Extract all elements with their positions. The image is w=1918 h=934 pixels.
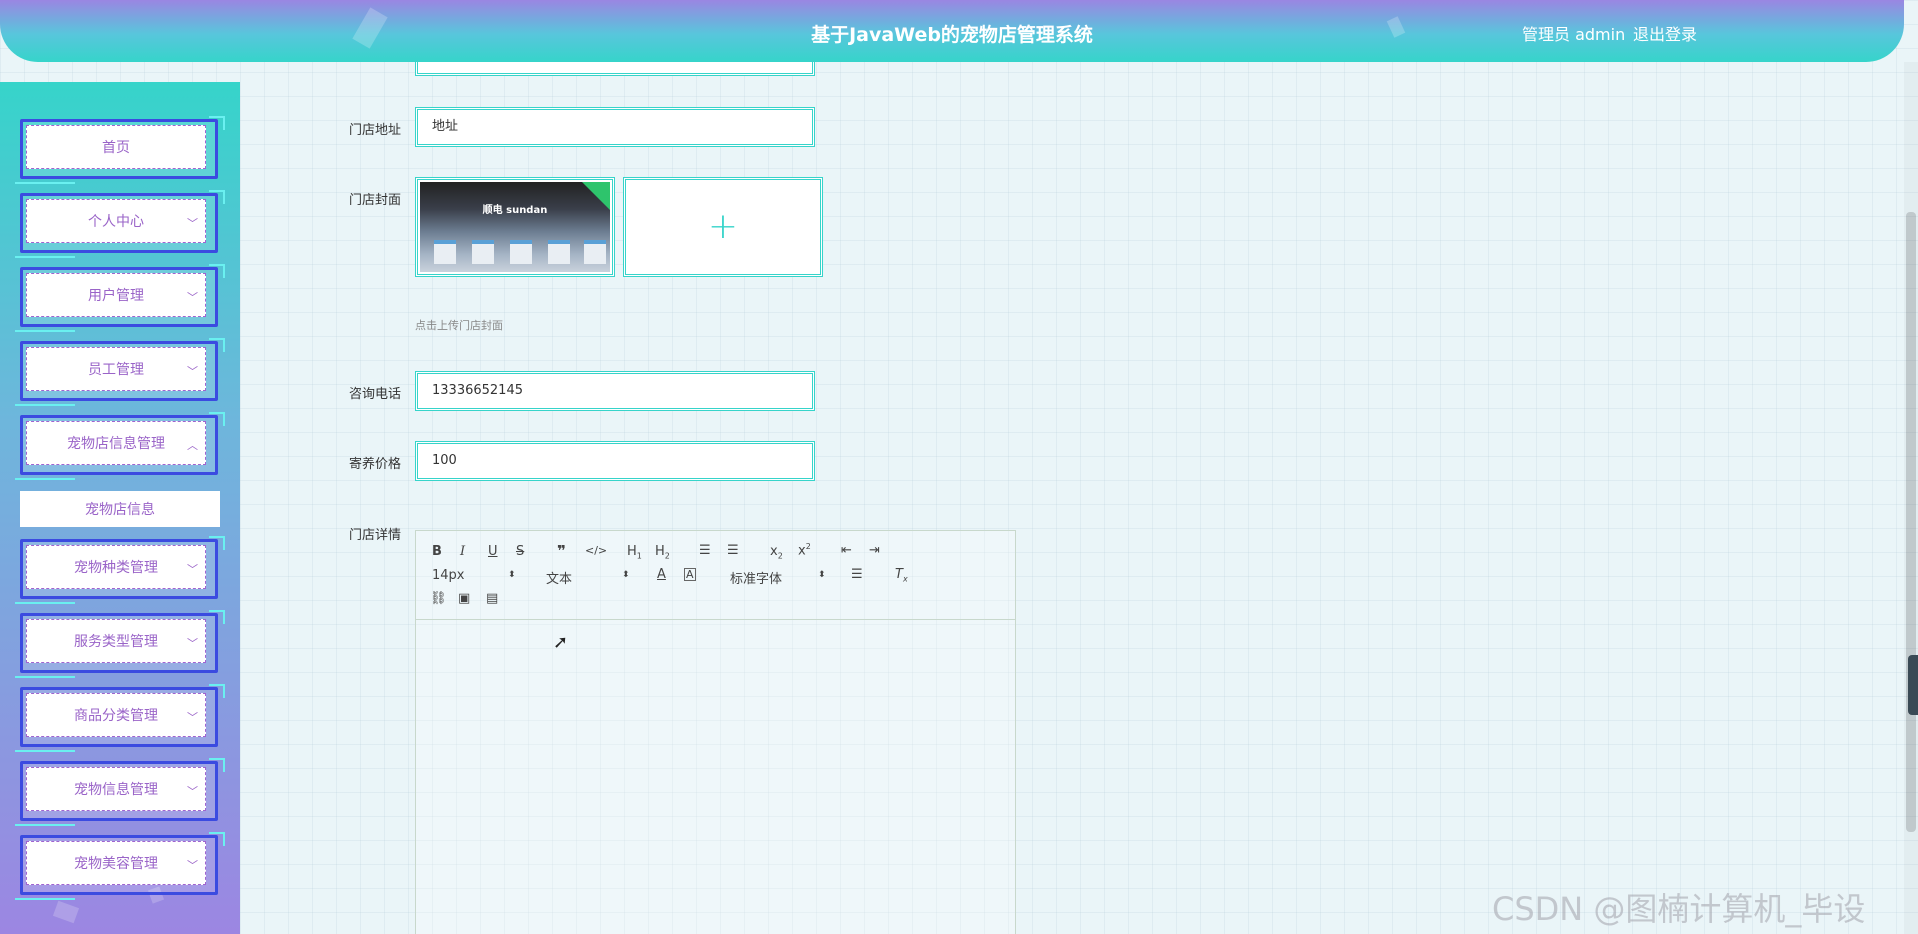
- store-photo: 顺电 sundan: [420, 182, 610, 272]
- sidebar-item-store-info[interactable]: 宠物店信息管理 ︿: [15, 412, 225, 480]
- sidebar-item-label: 员工管理: [26, 347, 206, 391]
- plus-icon: +: [707, 206, 739, 247]
- chevron-down-icon: ﹀: [187, 637, 198, 650]
- select-arrows-icon: ⬍: [508, 570, 516, 580]
- sidebar-item-label: 服务类型管理: [26, 619, 206, 663]
- select-arrows-icon: ⬍: [818, 570, 826, 580]
- sidebar-item-label: 首页: [26, 125, 206, 169]
- detail-label: 门店详情: [349, 528, 402, 543]
- sidebar-item-label: 商品分类管理: [26, 693, 206, 737]
- bullet-list-icon[interactable]: ☰: [727, 544, 739, 557]
- chevron-down-icon: ﹀: [187, 563, 198, 576]
- cover-upload-hint: 点击上传门店封面: [415, 319, 503, 332]
- chevron-up-icon: ︿: [187, 439, 198, 452]
- h2-icon[interactable]: H2: [655, 545, 670, 561]
- photo-detail: [434, 240, 456, 264]
- phone-label: 咨询电话: [349, 387, 402, 402]
- cover-label: 门店封面: [349, 193, 402, 208]
- photo-corner-badge: [582, 182, 610, 210]
- superscript-icon[interactable]: x2: [798, 543, 811, 558]
- chevron-down-icon: ﹀: [187, 859, 198, 872]
- top-header: 基于JavaWeb的宠物店管理系统 管理员 admin 退出登录: [0, 0, 1904, 62]
- chevron-down-icon: ﹀: [187, 291, 198, 304]
- sidebar-item-product-category[interactable]: 商品分类管理 ﹀: [15, 684, 225, 752]
- font-color-icon[interactable]: A: [657, 568, 666, 581]
- submenu-item-store-info[interactable]: 宠物店信息: [20, 491, 220, 527]
- font-family-select[interactable]: 标准字体 ⬍: [730, 568, 826, 587]
- sidebar-item-pet-grooming[interactable]: 宠物美容管理 ﹀: [15, 832, 225, 900]
- sidebar-decoration: [52, 900, 80, 924]
- chevron-down-icon: ﹀: [187, 217, 198, 230]
- phone-input[interactable]: 13336652145: [415, 371, 815, 411]
- bold-icon[interactable]: B: [432, 545, 442, 558]
- outdent-icon[interactable]: ⇤: [841, 544, 852, 557]
- cover-upload-button[interactable]: +: [623, 177, 823, 277]
- indent-icon[interactable]: ⇥: [869, 544, 880, 557]
- link-icon[interactable]: ⛓: [430, 592, 447, 605]
- sidebar-item-label: 用户管理: [26, 273, 206, 317]
- sidebar-item-label: 宠物店信息管理: [26, 421, 206, 465]
- photo-detail: [584, 240, 606, 264]
- strikethrough-icon[interactable]: S: [516, 545, 524, 558]
- sidebar-item-staff[interactable]: 员工管理 ﹀: [15, 338, 225, 406]
- video-icon[interactable]: ▤: [486, 592, 498, 605]
- sidebar-item-profile[interactable]: 个人中心 ﹀: [15, 190, 225, 258]
- underline-icon[interactable]: U: [488, 545, 498, 558]
- quote-icon[interactable]: ❞: [557, 544, 566, 559]
- price-label: 寄养价格: [349, 457, 402, 472]
- select-arrows-icon: ⬍: [622, 570, 630, 580]
- subscript-icon[interactable]: x2: [770, 545, 783, 561]
- sidebar-item-pet-species[interactable]: 宠物种类管理 ﹀: [15, 536, 225, 604]
- sidebar-item-service-types[interactable]: 服务类型管理 ﹀: [15, 610, 225, 678]
- sidebar-item-label: 宠物美容管理: [26, 841, 206, 885]
- price-input[interactable]: 100: [415, 441, 815, 481]
- ordered-list-icon[interactable]: ☰: [699, 544, 711, 557]
- photo-detail: [510, 240, 532, 264]
- sidebar: 首页 个人中心 ﹀ 用户管理 ﹀ 员工管理 ﹀ 宠物店信息管理 ︿ 宠物店信息 …: [0, 82, 240, 934]
- chevron-down-icon: ﹀: [187, 785, 198, 798]
- cover-image-thumbnail[interactable]: 顺电 sundan: [415, 177, 615, 277]
- sidebar-item-users[interactable]: 用户管理 ﹀: [15, 264, 225, 332]
- side-panel-handle[interactable]: [1908, 655, 1918, 715]
- image-icon[interactable]: ▣: [458, 592, 470, 605]
- sidebar-item-home[interactable]: 首页: [15, 116, 225, 184]
- text-style-select[interactable]: 文本 ⬍: [546, 568, 630, 587]
- mouse-cursor-icon: ➚: [553, 632, 569, 653]
- code-icon[interactable]: </>: [585, 545, 607, 556]
- current-user: 管理员 admin: [1522, 25, 1626, 44]
- photo-detail: [472, 240, 494, 264]
- sidebar-item-pet-info[interactable]: 宠物信息管理 ﹀: [15, 758, 225, 826]
- background-color-icon[interactable]: A: [684, 568, 696, 581]
- photo-detail: [548, 240, 570, 264]
- chevron-down-icon: ﹀: [187, 711, 198, 724]
- logout-link[interactable]: 退出登录: [1633, 21, 1697, 45]
- scrollbar[interactable]: [1904, 62, 1918, 934]
- chevron-down-icon: ﹀: [187, 365, 198, 378]
- sidebar-item-label: 个人中心: [26, 199, 206, 243]
- italic-icon[interactable]: I: [460, 545, 465, 558]
- h1-icon[interactable]: H1: [627, 545, 642, 561]
- font-family-value: 标准字体: [730, 572, 783, 587]
- sidebar-item-label: 宠物信息管理: [26, 767, 206, 811]
- text-style-value: 文本: [546, 572, 573, 587]
- align-icon[interactable]: ☰: [851, 568, 863, 581]
- font-size-value: 14px: [432, 568, 465, 583]
- address-input[interactable]: 地址: [415, 107, 815, 147]
- rich-text-editor: B I U S ❞ </> H1 H2 ☰ ☰ x2 x2 ⇤ ⇥ 14px ⬍…: [415, 530, 1016, 934]
- address-label: 门店地址: [349, 123, 402, 138]
- watermark: CSDN @图楠计算机_毕设: [1492, 890, 1866, 928]
- editor-toolbar: B I U S ❞ </> H1 H2 ☰ ☰ x2 x2 ⇤ ⇥ 14px ⬍…: [416, 531, 1015, 620]
- font-size-select[interactable]: 14px ⬍: [432, 568, 516, 583]
- scrollbar-thumb[interactable]: [1906, 212, 1916, 832]
- clear-format-icon[interactable]: Tx: [895, 568, 908, 584]
- sidebar-item-label: 宠物种类管理: [26, 545, 206, 589]
